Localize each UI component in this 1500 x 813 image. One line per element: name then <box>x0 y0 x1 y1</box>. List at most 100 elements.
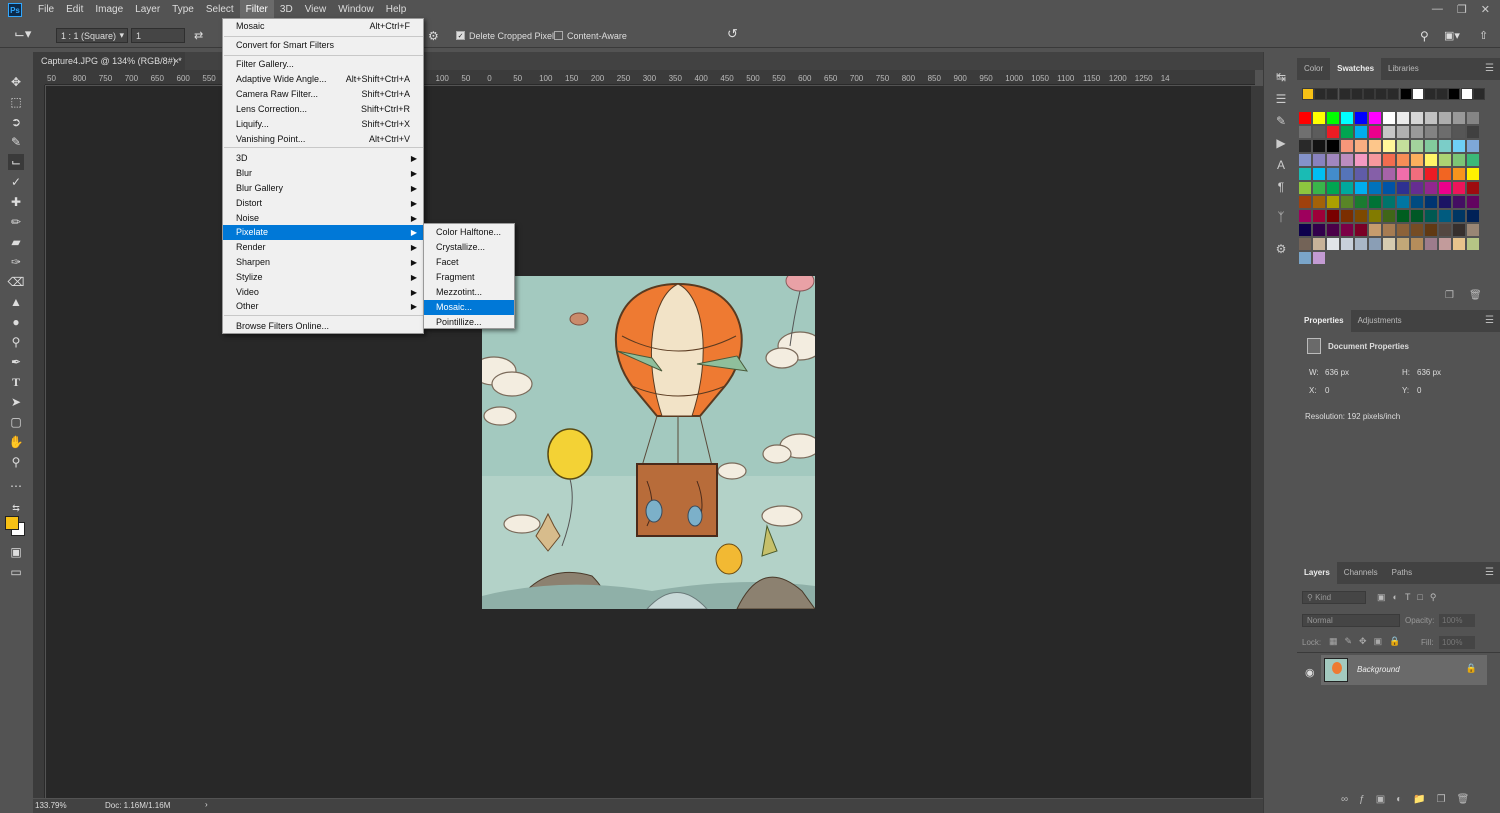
color-swatch[interactable] <box>1383 154 1395 166</box>
clone-stamp-tool-icon[interactable]: ▰ <box>8 234 24 250</box>
close-tab-icon[interactable]: × <box>174 52 179 70</box>
color-swatch[interactable] <box>1467 182 1479 194</box>
color-swatch[interactable] <box>1425 238 1437 250</box>
color-swatch[interactable] <box>1439 112 1451 124</box>
color-swatch[interactable] <box>1439 182 1451 194</box>
color-swatch[interactable] <box>1327 154 1339 166</box>
eyedropper-tool-icon[interactable]: ✓ <box>8 174 24 190</box>
crop-tool-preset-icon[interactable]: ⌙▾ <box>14 26 31 41</box>
filter-menu-item[interactable]: Lens Correction... Shift+Ctrl+R <box>223 102 423 117</box>
filter-menu-item[interactable]: Mosaic Alt+Ctrl+F <box>223 19 423 34</box>
color-swatch[interactable] <box>1411 224 1423 236</box>
hand-tool-icon[interactable]: ✋ <box>8 434 24 450</box>
color-swatch[interactable] <box>1299 140 1311 152</box>
recent-swatch[interactable] <box>1411 88 1424 100</box>
filter-menu-item[interactable]: Stylize ▶ <box>223 270 423 285</box>
color-swatch[interactable] <box>1369 126 1381 138</box>
tab-channels[interactable]: Channels <box>1337 562 1385 584</box>
filter-menu-item[interactable]: Blur ▶ <box>223 166 423 181</box>
color-swatch[interactable] <box>1341 182 1353 194</box>
new-swatch-icon[interactable]: ❐ <box>1445 290 1454 301</box>
restore-icon[interactable]: ❐ <box>1457 3 1467 16</box>
color-swatch[interactable] <box>1313 112 1325 124</box>
filter-menu-item[interactable]: Render ▶ <box>223 240 423 255</box>
content-aware-checkbox[interactable]: Content-Aware <box>554 28 627 43</box>
y-value[interactable]: 0 <box>1417 386 1421 395</box>
color-swatch[interactable] <box>1369 224 1381 236</box>
pixelate-menu-item[interactable]: Mezzotint... <box>424 285 514 300</box>
menu-file[interactable]: File <box>32 0 60 20</box>
menu-type[interactable]: Type <box>166 0 200 20</box>
color-swatch[interactable] <box>1369 196 1381 208</box>
filter-menu-item[interactable]: Liquify... Shift+Ctrl+X <box>223 117 423 132</box>
document-image[interactable] <box>482 276 815 609</box>
zoom-level[interactable]: 133.79% <box>35 801 67 810</box>
color-swatch[interactable] <box>1439 168 1451 180</box>
filter-menu-item[interactable]: Adaptive Wide Angle... Alt+Shift+Ctrl+A <box>223 72 423 87</box>
filter-menu-item[interactable]: Camera Raw Filter... Shift+Ctrl+A <box>223 87 423 102</box>
color-swatch[interactable] <box>1299 210 1311 222</box>
color-swatch[interactable] <box>1383 112 1395 124</box>
trash-icon[interactable]: 🗑 <box>1469 290 1482 301</box>
filter-menu-item[interactable]: Sharpen ▶ <box>223 255 423 270</box>
color-swatch[interactable] <box>1425 196 1437 208</box>
recent-swatch[interactable] <box>1424 88 1436 100</box>
crop-tool-icon[interactable]: ⌙ <box>8 154 24 170</box>
filter-menu-item[interactable]: Noise ▶ <box>223 211 423 226</box>
color-swatch[interactable] <box>1425 224 1437 236</box>
width-value[interactable]: 636 px <box>1325 368 1349 377</box>
share-icon[interactable]: ⇧ <box>1479 28 1488 43</box>
color-swatch[interactable] <box>1341 112 1353 124</box>
fill-input[interactable]: 100% <box>1439 636 1475 649</box>
color-swatch[interactable] <box>1383 238 1395 250</box>
more-tools-icon[interactable]: ⋯ <box>8 478 24 494</box>
color-swatch[interactable] <box>1411 126 1423 138</box>
color-swatch[interactable] <box>1439 196 1451 208</box>
color-swatch[interactable] <box>1453 196 1465 208</box>
color-swatch[interactable] <box>1397 168 1409 180</box>
history-icon[interactable]: ↹ <box>1274 70 1288 84</box>
filter-menu-item[interactable]: Distort ▶ <box>223 196 423 211</box>
color-swatch[interactable] <box>1397 196 1409 208</box>
filter-menu-item[interactable]: Other ▶ <box>223 299 423 314</box>
color-swatch[interactable] <box>1383 182 1395 194</box>
color-swatch[interactable] <box>1327 196 1339 208</box>
zoom-tool-icon[interactable]: ⚲ <box>8 454 24 470</box>
color-swatch[interactable] <box>1383 196 1395 208</box>
layer-action-icons[interactable]: ∞ƒ▣◐📁❐🗑 <box>1341 794 1480 805</box>
color-swatch[interactable] <box>1369 154 1381 166</box>
color-swatch[interactable] <box>1313 238 1325 250</box>
color-swatch[interactable] <box>1313 210 1325 222</box>
color-swatch[interactable] <box>1467 238 1479 250</box>
adjustments-icon[interactable]: ☰ <box>1274 92 1288 106</box>
color-swatch[interactable] <box>1341 196 1353 208</box>
color-swatch[interactable] <box>1467 168 1479 180</box>
color-swatch[interactable] <box>1299 196 1311 208</box>
layer-name[interactable]: Background <box>1357 665 1400 674</box>
pixelate-menu-item[interactable]: Crystallize... <box>424 240 514 255</box>
color-swatch[interactable] <box>1453 238 1465 250</box>
foreground-color-swatch[interactable] <box>5 516 19 530</box>
color-swatch[interactable] <box>1453 182 1465 194</box>
color-swatch[interactable] <box>1453 140 1465 152</box>
color-swatch[interactable] <box>1299 154 1311 166</box>
tab-libraries[interactable]: Libraries <box>1381 58 1426 80</box>
menu-layer[interactable]: Layer <box>129 0 166 20</box>
recent-swatch[interactable] <box>1302 88 1314 100</box>
menu-help[interactable]: Help <box>380 0 413 20</box>
color-swatch[interactable] <box>1313 252 1325 264</box>
color-swatch[interactable] <box>1369 168 1381 180</box>
lock-icons[interactable]: ▦✎✥▣🔒 <box>1329 636 1407 647</box>
color-swatch[interactable] <box>1369 182 1381 194</box>
color-swatch[interactable] <box>1453 126 1465 138</box>
marquee-tool-icon[interactable]: ⬚ <box>8 94 24 110</box>
x-value[interactable]: 0 <box>1325 386 1329 395</box>
panel-menu-icon[interactable]: ☰ <box>1485 315 1494 326</box>
swap-dimensions-icon[interactable]: ⇄ <box>194 28 203 43</box>
color-swatch[interactable] <box>1467 196 1479 208</box>
tab-paths[interactable]: Paths <box>1385 562 1419 584</box>
color-swatch[interactable] <box>1313 224 1325 236</box>
color-swatch[interactable] <box>1411 182 1423 194</box>
layer-kind-filter[interactable]: ⚲ Kind <box>1302 591 1366 604</box>
layer-row[interactable]: Background 🔒 <box>1321 655 1487 685</box>
